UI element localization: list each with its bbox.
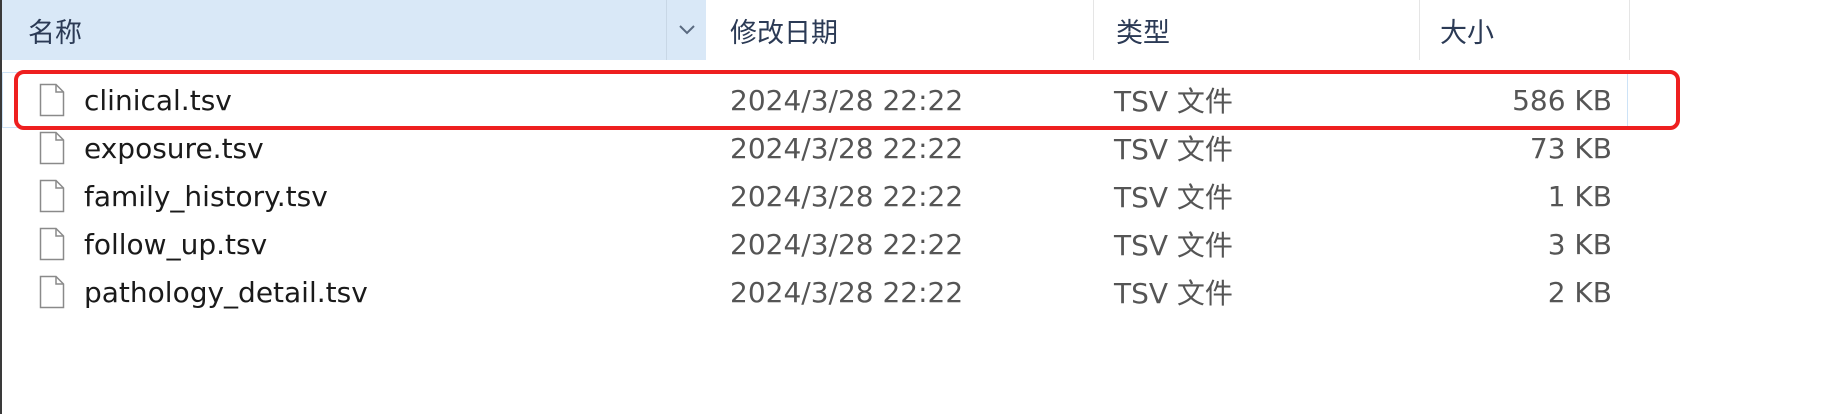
column-header-date[interactable]: 修改日期 — [708, 0, 1094, 60]
column-header-size[interactable]: 大小 — [1420, 0, 1630, 60]
file-explorer-window: 名称 修改日期 类型 大小 clinical.tsv 2024/3/28 22:… — [0, 0, 1838, 414]
column-header-type[interactable]: 类型 — [1094, 0, 1420, 60]
column-header-date-label: 修改日期 — [730, 17, 838, 49]
file-name: pathology_detail.tsv — [84, 275, 368, 309]
sort-dropdown-button[interactable] — [666, 0, 707, 60]
file-row[interactable]: pathology_detail.tsv 2024/3/28 22:22 TSV… — [2, 264, 1628, 320]
chevron-down-icon — [679, 25, 695, 35]
column-header-type-label: 类型 — [1116, 17, 1170, 49]
file-type: TSV 文件 — [1114, 277, 1233, 310]
column-header-name-label: 名称 — [28, 17, 82, 49]
column-header-bar: 名称 修改日期 类型 大小 — [2, 0, 1838, 60]
column-header-name[interactable]: 名称 — [2, 0, 706, 60]
column-header-size-label: 大小 — [1440, 17, 1494, 49]
file-icon — [36, 264, 68, 320]
file-modified-date: 2024/3/28 22:22 — [730, 275, 964, 309]
file-size: 2 KB — [1547, 275, 1612, 309]
